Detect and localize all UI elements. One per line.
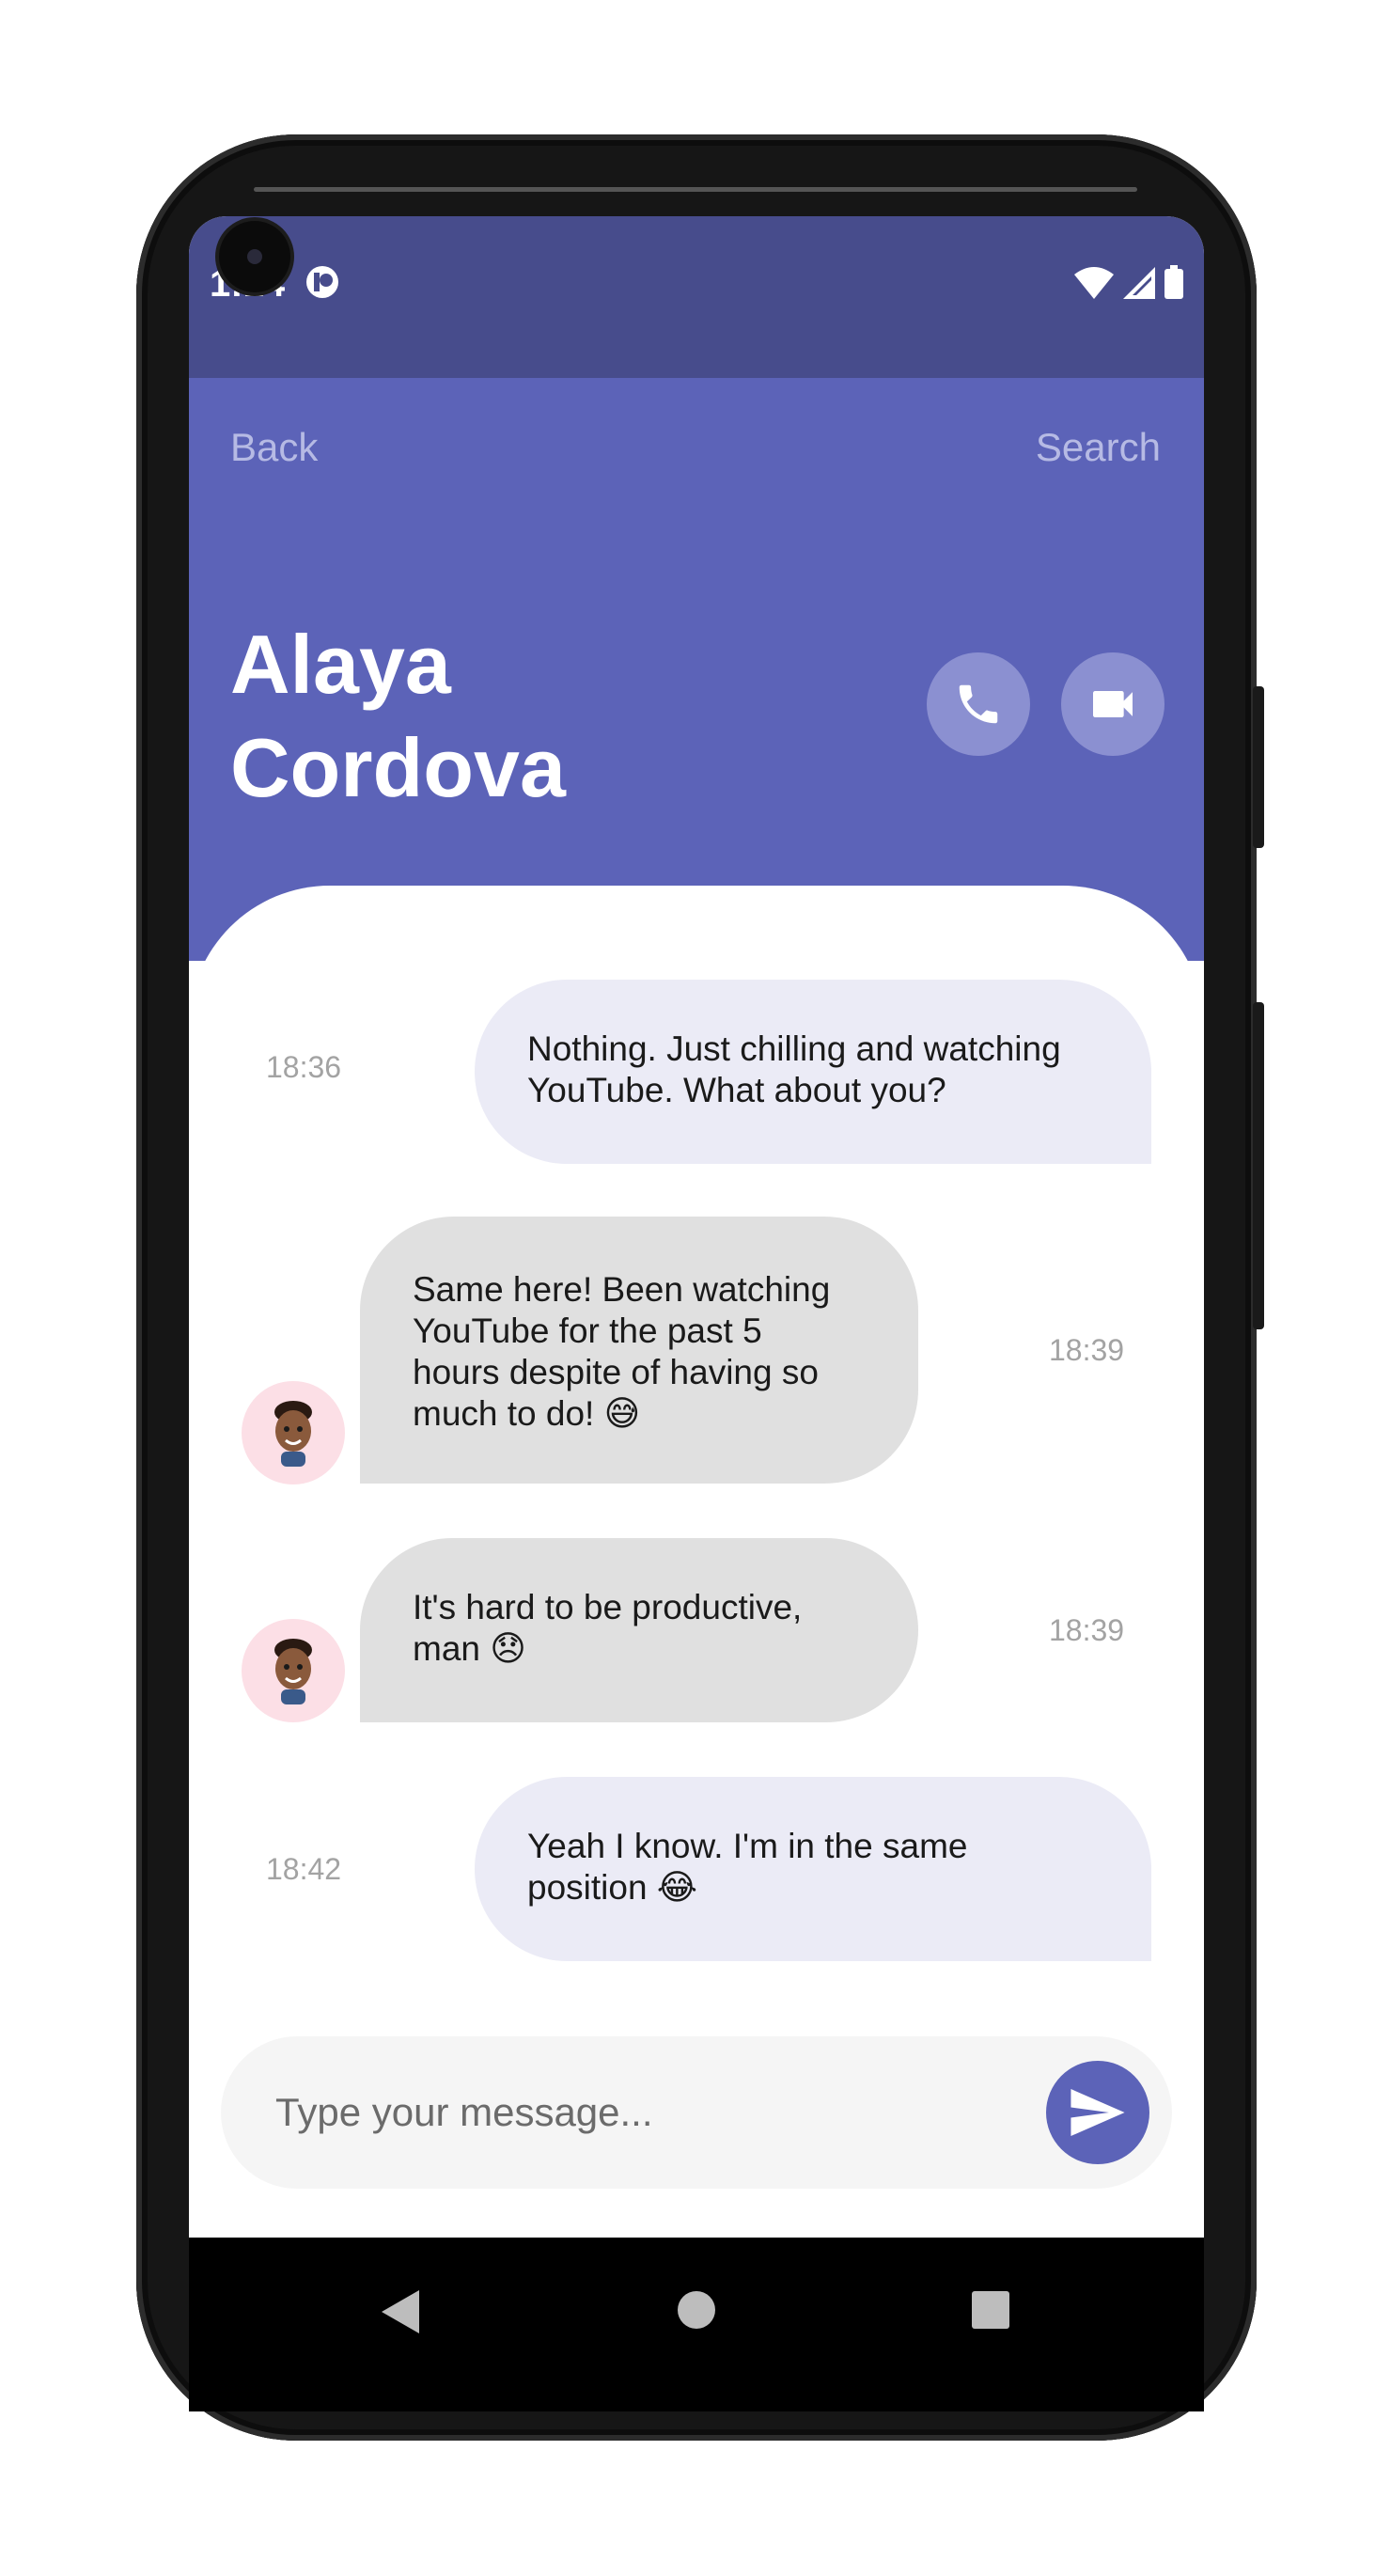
message-text-line: position 😂 [527, 1868, 698, 1907]
incoming-message-bubble[interactable]: It's hard to be productive, man 😞 [360, 1538, 918, 1722]
system-nav-bar [189, 2238, 1204, 2411]
triangle-back-icon[interactable] [382, 2290, 419, 2333]
contact-last-name: Cordova [230, 721, 566, 814]
message-text-line: hours despite of having so [413, 1353, 819, 1391]
message-text-line: It's hard to be productive, [413, 1588, 803, 1626]
message-text-line: YouTube. What about you? [527, 1071, 946, 1109]
message-time: 18:42 [266, 1852, 342, 1886]
phone-icon [959, 684, 998, 724]
message-input[interactable] [274, 2036, 1025, 2189]
speaker-grille [254, 187, 1137, 192]
contact-first-name: Alaya [230, 618, 451, 711]
memoji-avatar-icon [274, 1401, 312, 1467]
battery-icon [1164, 265, 1183, 299]
message-composer [221, 2036, 1172, 2189]
power-button [1253, 686, 1264, 848]
volume-button [1253, 1002, 1264, 1329]
outgoing-message-bubble[interactable]: Nothing. Just chilling and watching YouT… [475, 980, 1151, 1164]
contact-name: Alaya Cordova [230, 613, 719, 820]
video-camera-icon [1093, 691, 1133, 717]
outgoing-message-bubble[interactable]: Yeah I know. I'm in the same position 😂 [475, 1777, 1151, 1961]
circle-home-icon[interactable] [677, 2290, 716, 2330]
send-button[interactable] [1046, 2061, 1149, 2164]
message-time: 18:36 [266, 1050, 342, 1084]
message-text-line: man 😞 [413, 1629, 526, 1668]
search-button[interactable]: Search [1036, 425, 1161, 470]
message-time: 18:39 [1049, 1333, 1125, 1367]
wifi-icon [1074, 267, 1114, 299]
back-button[interactable]: Back [230, 425, 318, 470]
contact-avatar [242, 1619, 345, 1722]
front-camera [219, 221, 290, 292]
message-text-line: Yeah I know. I'm in the same [527, 1827, 968, 1865]
phone-screen: 1:14 Back Search Alaya [189, 216, 1204, 2324]
call-button[interactable] [927, 652, 1030, 756]
send-icon [1071, 2089, 1125, 2136]
signal-icon [1123, 267, 1155, 299]
incoming-message-bubble[interactable]: Same here! Been watching YouTube for the… [360, 1217, 918, 1484]
status-icons [1074, 265, 1183, 299]
message-time: 18:39 [1049, 1613, 1125, 1647]
memoji-avatar-icon [274, 1639, 312, 1704]
message-text-line: YouTube for the past 5 [413, 1312, 762, 1350]
chat-header: Back Search Alaya Cordova [189, 378, 1204, 961]
square-recents-icon[interactable] [971, 2290, 1010, 2330]
notification-indicator-icon [306, 266, 338, 298]
message-text-line: Nothing. Just chilling and watching [527, 1029, 1061, 1068]
message-text-line: Same here! Been watching [413, 1270, 831, 1309]
message-text-line: much to do! 😅 [413, 1394, 641, 1433]
contact-avatar [242, 1381, 345, 1484]
status-bar: 1:14 [189, 216, 1204, 378]
video-call-button[interactable] [1061, 652, 1164, 756]
